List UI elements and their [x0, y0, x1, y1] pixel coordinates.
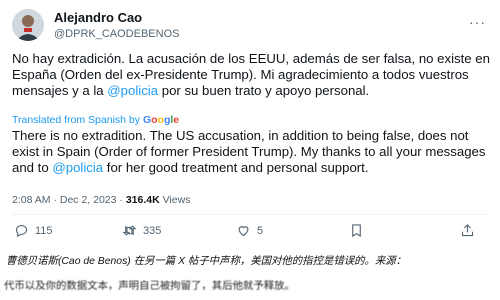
translated-text-part: for her good treatment and personal supp…	[103, 160, 369, 175]
tweet-text: No hay extradición. La acusación de los …	[12, 51, 490, 99]
timestamp[interactable]: 2:08 AM · Dec 2, 2023 ·	[12, 194, 126, 206]
mention-link[interactable]: @policia	[52, 160, 103, 175]
tweet-meta: 2:08 AM · Dec 2, 2023 · 316.4K Views	[12, 194, 190, 206]
mention-link[interactable]: @policia	[107, 83, 158, 98]
share-button[interactable]	[460, 223, 481, 238]
share-icon	[461, 224, 474, 237]
translation-label[interactable]: Translated from Spanish by Google	[12, 114, 179, 126]
author-handle[interactable]: @DPRK_CAODEBENOS	[54, 28, 179, 40]
more-icon[interactable]: ···	[469, 14, 486, 30]
action-bar: 115 335 5	[0, 223, 500, 245]
retweet-button[interactable]: 335	[122, 223, 161, 238]
author-name[interactable]: Alejandro Cao	[54, 10, 142, 25]
translated-text: There is no extradition. The US accusati…	[12, 128, 490, 176]
reply-button[interactable]: 115	[14, 223, 53, 238]
retweet-icon	[122, 225, 137, 236]
caption-line-blurred: 代币以及你的数据文本，声明自己被拘留了，其后他就予释放。	[4, 281, 295, 292]
like-count: 5	[257, 224, 264, 237]
reply-count: 115	[35, 224, 53, 237]
heart-icon	[238, 226, 249, 237]
tweet-card: Alejandro Cao @DPRK_CAODEBENOS ··· No ha…	[0, 0, 500, 262]
views-label: Views	[159, 194, 191, 206]
tweet-text-part: por su buen trato y apoyo personal.	[158, 83, 370, 98]
google-logo: Google	[142, 114, 180, 126]
bookmark-button[interactable]	[349, 223, 370, 238]
like-button[interactable]: 5	[236, 223, 263, 238]
caption-line: 曹德贝诺斯(Cao de Benos) 在另一篇 X 帖子中声称，美国对他的指控…	[6, 256, 407, 267]
retweet-count: 335	[143, 224, 162, 237]
caption-area: 曹德贝诺斯(Cao de Benos) 在另一篇 X 帖子中声称，美国对他的指控…	[0, 244, 500, 300]
translated-from-text: Translated from Spanish by	[12, 114, 141, 126]
reply-icon	[15, 224, 28, 238]
views-count: 316.4K	[125, 194, 160, 206]
bookmark-icon	[352, 224, 361, 238]
divider	[12, 214, 490, 215]
avatar[interactable]	[12, 9, 44, 41]
